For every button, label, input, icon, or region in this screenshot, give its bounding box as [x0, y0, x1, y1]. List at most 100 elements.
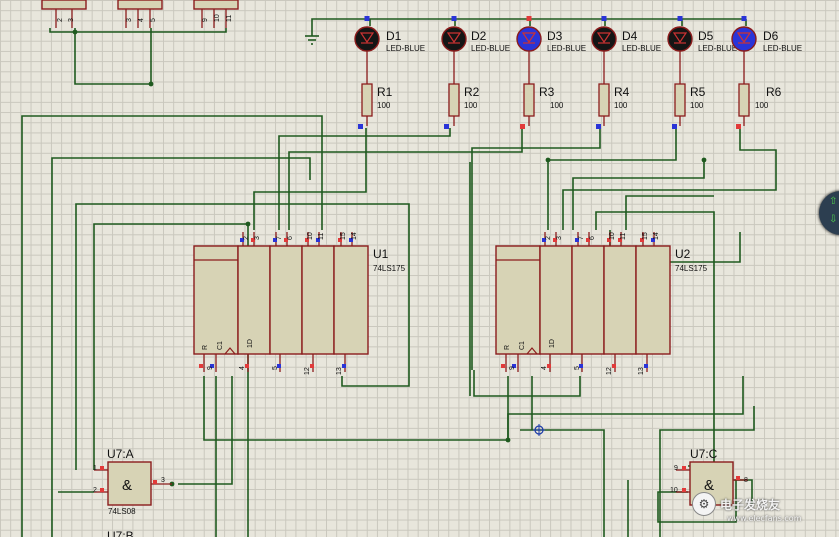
led-type: LED-BLUE — [698, 44, 737, 53]
u1-chip[interactable]: 2 3 7 6 10 11 15 14 9 4 5 12 13 R C1 1D … — [193, 232, 406, 375]
led-ref: D1 — [386, 29, 402, 43]
u7b-ref: U7:B — [107, 529, 134, 537]
led-ref: D6 — [763, 29, 779, 43]
u2-c1-label: C1 — [519, 341, 526, 350]
u7a-part: 74LS08 — [108, 507, 136, 516]
u1-r-label: R — [202, 345, 209, 350]
resistor-value: 100 — [550, 101, 564, 110]
u2-pin-label: 4 — [541, 366, 548, 370]
u2-pin-label: 9 — [509, 366, 516, 370]
u7c-pin-label: 9 — [674, 465, 678, 472]
u7c-pin-label: 8 — [744, 477, 748, 484]
u1-pin-label: 11 — [318, 233, 325, 240]
resistor-r2[interactable]: R2 100 — [444, 83, 480, 129]
u7a-pin-label: 2 — [93, 487, 97, 494]
resistor-ref: R5 — [690, 85, 706, 99]
u1-pin-label: 5 — [272, 366, 279, 370]
led-ref: D2 — [471, 29, 487, 43]
top-pin-label: 4 — [138, 18, 145, 22]
top-pin-label: 10 — [214, 14, 221, 22]
u1-pin-label: 9 — [207, 366, 214, 370]
resistor-value: 100 — [464, 101, 478, 110]
led-array: D1 LED-BLUE D2 LED-BLUE D3 LED-BLUE D4 L… — [354, 16, 802, 84]
u2-pin-label: 11 — [620, 233, 627, 240]
u1-part: 74LS175 — [373, 264, 406, 273]
led-type: LED-BLUE — [622, 44, 661, 53]
u7a-ref: U7:A — [107, 447, 134, 461]
resistor-r1[interactable]: R1 100 — [358, 83, 393, 129]
u7c-pin-label: 10 — [670, 487, 678, 494]
u2-r-label: R — [504, 345, 511, 350]
led-d3[interactable]: D3 LED-BLUE — [516, 16, 586, 84]
u1-1d-label: 1D — [247, 339, 254, 348]
led-type: LED-BLUE — [386, 44, 425, 53]
u2-pin-label: 3 — [556, 236, 563, 240]
resistor-value: 100 — [755, 101, 769, 110]
resistor-array: R1 100 R2 100 R3 100 R4 100 R5 100 R6 10… — [358, 83, 782, 129]
led-type: LED-BLUE — [471, 44, 510, 53]
top-pin-label: 3 — [126, 18, 133, 22]
led-d4[interactable]: D4 LED-BLUE — [591, 16, 661, 84]
u7c-ref: U7:C — [690, 447, 718, 461]
led-type: LED-BLUE — [763, 44, 802, 53]
resistor-ref: R4 — [614, 85, 630, 99]
top-partial-components: 2 3 3 4 5 9 10 11 — [41, 0, 239, 28]
led-ref: D5 — [698, 29, 714, 43]
watermark-text: 电子发烧友 — [720, 497, 781, 512]
watermark-logo-icon: ⚙ — [692, 492, 716, 516]
u2-pin-label: 14 — [653, 232, 660, 240]
top-pin-label: 9 — [202, 18, 209, 22]
arrow-up-icon[interactable]: ⇧ — [829, 196, 837, 207]
top-pin-label: 11 — [226, 15, 233, 22]
u1-pin-label: 13 — [336, 367, 343, 375]
u1-pin-label: 12 — [304, 367, 311, 375]
u2-pin-label: 5 — [574, 366, 581, 370]
top-pin-label: 5 — [150, 18, 157, 22]
top-pin-label: 2 — [57, 18, 64, 22]
resistor-value: 100 — [614, 101, 628, 110]
watermark-url: www.elecfans.com — [727, 514, 802, 523]
u7a-pin-label: 3 — [161, 477, 165, 484]
resistor-ref: R6 — [766, 85, 782, 99]
led-d1[interactable]: D1 LED-BLUE — [354, 16, 425, 84]
u7a-and-symbol: & — [122, 477, 132, 494]
resistor-ref: R1 — [377, 85, 393, 99]
led-ref: D3 — [547, 29, 563, 43]
resistor-r4[interactable]: R4 100 — [596, 83, 630, 129]
u2-pin-label: 10 — [609, 232, 616, 240]
u2-pin-label: 12 — [606, 367, 613, 375]
u1-pin-label: 10 — [307, 232, 314, 240]
resistor-value: 100 — [690, 101, 704, 110]
u2-pin-label: 6 — [589, 236, 596, 240]
u2-ref: U2 — [675, 247, 691, 261]
u2-chip[interactable]: 2 3 7 6 10 11 15 14 9 4 5 12 13 R C1 1D … — [495, 232, 708, 375]
resistor-r3[interactable]: R3 100 — [520, 83, 564, 129]
led-d5[interactable]: D5 LED-BLUE — [667, 16, 737, 84]
schematic-canvas[interactable]: 2 3 3 4 5 9 10 11 D1 LED-BLUE D2 LED-BLU… — [0, 0, 839, 537]
led-d2[interactable]: D2 LED-BLUE — [441, 16, 510, 84]
top-pin-label: 3 — [68, 18, 75, 22]
led-ref: D4 — [622, 29, 638, 43]
led-type: LED-BLUE — [547, 44, 586, 53]
u1-pin-label: 14 — [351, 232, 358, 240]
u7a-pin-label: 1 — [93, 465, 97, 472]
u2-pin-label: 15 — [642, 232, 649, 240]
arrow-down-icon[interactable]: ⇩ — [829, 214, 837, 225]
u1-pin-label: 15 — [340, 232, 347, 240]
resistor-r6[interactable]: R6 100 — [736, 83, 782, 129]
resistor-ref: R2 — [464, 85, 480, 99]
u1-c1-label: C1 — [217, 341, 224, 350]
u2-part: 74LS175 — [675, 264, 708, 273]
u1-pin-label: 4 — [239, 366, 246, 370]
crosshair-cursor-icon — [533, 424, 545, 436]
led-d6[interactable]: D6 LED-BLUE — [731, 16, 802, 84]
u7a-gate[interactable]: 1 2 3 & U7:A 74LS08 — [93, 447, 172, 516]
u1-ref: U1 — [373, 247, 389, 261]
u1-pin-label: 6 — [287, 236, 294, 240]
u1-pin-label: 7 — [276, 236, 283, 240]
u2-pin-label: 13 — [638, 367, 645, 375]
resistor-ref: R3 — [539, 85, 555, 99]
u1-pin-label: 3 — [254, 236, 261, 240]
u1-pin-label: 2 — [243, 236, 250, 240]
resistor-r5[interactable]: R5 100 — [672, 83, 706, 129]
